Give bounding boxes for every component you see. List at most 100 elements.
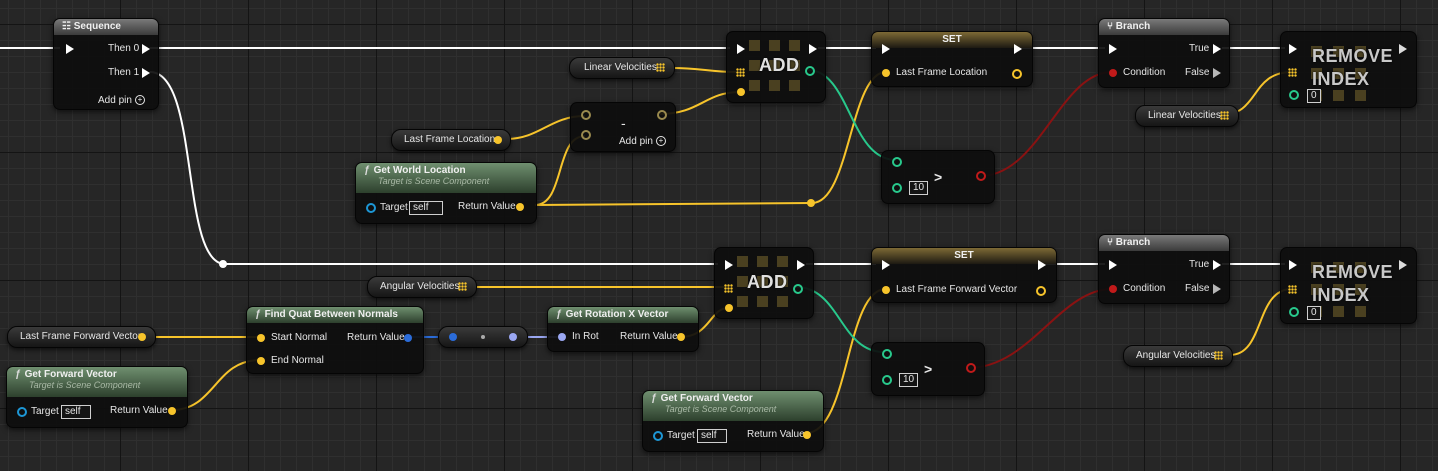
exec-in-pin[interactable] <box>1109 44 1117 54</box>
set-last-frame-location-node[interactable]: SET Last Frame Location <box>871 31 1033 87</box>
new-item-pin[interactable] <box>737 88 745 96</box>
exec-in-pin[interactable] <box>725 260 733 270</box>
exec-out-pin[interactable] <box>1399 260 1407 270</box>
index-label: INDEX <box>1312 285 1370 305</box>
exec-in-pin[interactable] <box>1289 44 1297 54</box>
last-frame-location-getter[interactable]: Last Frame Location <box>391 129 511 151</box>
new-item-pin[interactable] <box>725 304 733 312</box>
bool-output-pin[interactable] <box>976 171 986 181</box>
output-pin[interactable] <box>657 110 667 120</box>
input-b-pin[interactable] <box>581 130 591 140</box>
exec-out-pin[interactable] <box>809 44 817 54</box>
array-output-pin[interactable] <box>1220 111 1229 120</box>
compare-value-field[interactable]: 10 <box>909 181 929 195</box>
input-b-pin[interactable] <box>892 183 902 193</box>
in-rot-pin[interactable] <box>558 333 566 341</box>
then0-pin[interactable] <box>142 44 150 54</box>
exec-out-pin[interactable] <box>1038 260 1046 270</box>
vector-output-pin[interactable] <box>138 333 146 341</box>
exec-in-pin[interactable] <box>882 260 890 270</box>
target-pin[interactable] <box>366 203 376 213</box>
target-value-field[interactable]: self <box>697 429 727 443</box>
exec-in-pin[interactable] <box>66 44 74 54</box>
last-frame-forward-vector-getter[interactable]: Last Frame Forward Vector <box>7 326 156 348</box>
value-in-pin[interactable] <box>882 286 890 294</box>
array-add-node[interactable]: ADD <box>726 31 826 103</box>
return-value-pin[interactable] <box>803 431 811 439</box>
quat-input-pin[interactable] <box>449 333 457 341</box>
input-a-pin[interactable] <box>892 157 902 167</box>
rotator-output-pin[interactable] <box>509 333 517 341</box>
exec-out-pin[interactable] <box>1399 44 1407 54</box>
return-value-pin[interactable] <box>516 203 524 211</box>
false-pin[interactable] <box>1213 284 1221 294</box>
end-normal-pin[interactable] <box>257 357 265 365</box>
add-pin-button[interactable]: Add pin + <box>619 136 666 148</box>
branch-node[interactable]: ⑂ Branch True Condition False <box>1098 234 1230 304</box>
array-add-node[interactable]: ADD <box>714 247 814 319</box>
compare-value-field[interactable]: 10 <box>899 373 919 387</box>
greater-than-node[interactable]: 10 > <box>871 342 985 396</box>
array-output-pin[interactable] <box>1214 351 1223 360</box>
index-value-field[interactable]: 0 <box>1307 306 1321 320</box>
input-a-pin[interactable] <box>882 349 892 359</box>
index-value-field[interactable]: 0 <box>1307 89 1321 103</box>
return-value-pin[interactable] <box>677 333 685 341</box>
linear-velocities-getter[interactable]: Linear Velocities <box>1135 105 1239 127</box>
bool-output-pin[interactable] <box>966 363 976 373</box>
get-forward-vector-node[interactable]: ƒ Get Forward Vector Target is Scene Compo… <box>6 366 188 428</box>
get-forward-vector-node[interactable]: ƒ Get Forward Vector Target is Scene Compo… <box>642 390 824 452</box>
array-output-pin[interactable] <box>656 63 665 72</box>
value-in-pin[interactable] <box>882 69 890 77</box>
find-quat-between-normals-node[interactable]: ƒ Find Quat Between Normals Start Normal … <box>246 306 424 374</box>
return-value-label: Return Value <box>747 429 805 440</box>
start-normal-pin[interactable] <box>257 334 265 342</box>
true-pin[interactable] <box>1213 44 1221 54</box>
then1-pin[interactable] <box>142 68 150 78</box>
get-world-location-node[interactable]: ƒ Get World Location Target is Scene Compo… <box>355 162 537 224</box>
return-value-pin[interactable] <box>168 407 176 415</box>
target-array-pin[interactable] <box>724 284 733 293</box>
condition-pin[interactable] <box>1109 285 1117 293</box>
linear-velocities-getter[interactable]: Linear Velocities <box>569 57 675 79</box>
index-out-pin[interactable] <box>805 66 815 76</box>
input-a-pin[interactable] <box>581 110 591 120</box>
remove-index-node[interactable]: REMOVE INDEX 0 <box>1280 247 1417 324</box>
remove-index-node[interactable]: REMOVE INDEX 0 <box>1280 31 1417 108</box>
value-out-pin[interactable] <box>1036 286 1046 296</box>
exec-in-pin[interactable] <box>1109 260 1117 270</box>
target-array-pin[interactable] <box>1288 285 1297 294</box>
get-rotation-x-vector-node[interactable]: ƒ Get Rotation X Vector In Rot Return Val… <box>547 306 699 352</box>
add-pin-button[interactable]: Add pin + <box>98 95 145 107</box>
subtract-node[interactable]: - Add pin + <box>570 102 676 152</box>
exec-in-pin[interactable] <box>882 44 890 54</box>
target-array-pin[interactable] <box>1288 68 1297 77</box>
index-in-pin[interactable] <box>1289 90 1299 100</box>
exec-out-pin[interactable] <box>797 260 805 270</box>
false-pin[interactable] <box>1213 68 1221 78</box>
array-output-pin[interactable] <box>458 282 467 291</box>
greater-than-node[interactable]: 10 > <box>881 150 995 204</box>
return-value-pin[interactable] <box>404 334 412 342</box>
target-value-field[interactable]: self <box>409 201 443 215</box>
index-out-pin[interactable] <box>793 284 803 294</box>
exec-out-pin[interactable] <box>1014 44 1022 54</box>
vector-output-pin[interactable] <box>494 136 502 144</box>
set-last-frame-forward-vector-node[interactable]: SET Last Frame Forward Vector <box>871 247 1057 303</box>
target-array-pin[interactable] <box>736 68 745 77</box>
angular-velocities-getter[interactable]: Angular Velocities <box>367 276 477 298</box>
sequence-node[interactable]: ☷ Sequence Then 0 Then 1 Add pin + <box>53 18 159 110</box>
index-in-pin[interactable] <box>1289 307 1299 317</box>
true-pin[interactable] <box>1213 260 1221 270</box>
value-out-pin[interactable] <box>1012 69 1022 79</box>
exec-in-pin[interactable] <box>737 44 745 54</box>
target-pin[interactable] <box>17 407 27 417</box>
branch-node[interactable]: ⑂ Branch True Condition False <box>1098 18 1230 88</box>
quat-to-rotator-conversion[interactable] <box>438 326 528 348</box>
target-pin[interactable] <box>653 431 663 441</box>
exec-in-pin[interactable] <box>1289 260 1297 270</box>
condition-pin[interactable] <box>1109 69 1117 77</box>
angular-velocities-getter[interactable]: Angular Velocities <box>1123 345 1233 367</box>
input-b-pin[interactable] <box>882 375 892 385</box>
target-value-field[interactable]: self <box>61 405 91 419</box>
